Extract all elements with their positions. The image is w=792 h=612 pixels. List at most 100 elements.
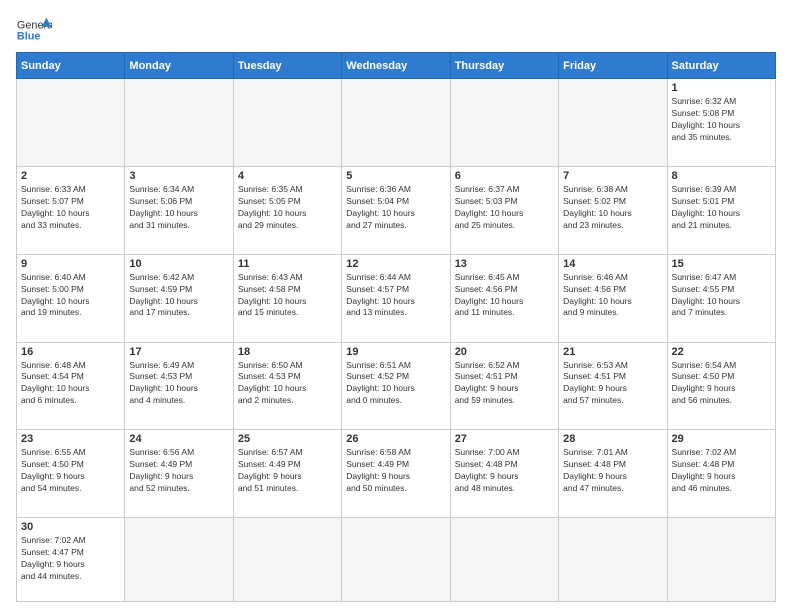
day-cell: 14 Sunrise: 6:46 AM Sunset: 4:56 PM Dayli… xyxy=(559,254,667,342)
day-cell xyxy=(233,518,341,602)
day-info: Sunrise: 6:45 AM Sunset: 4:56 PM Dayligh… xyxy=(455,272,554,320)
day-info: Sunrise: 6:36 AM Sunset: 5:04 PM Dayligh… xyxy=(346,184,445,232)
day-cell: 25 Sunrise: 6:57 AM Sunset: 4:49 PM Dayli… xyxy=(233,430,341,518)
day-cell: 30Sunrise: 7:02 AM Sunset: 4:47 PM Dayli… xyxy=(17,518,125,602)
day-info: Sunrise: 6:33 AM Sunset: 5:07 PM Dayligh… xyxy=(21,184,120,232)
day-number: 7 xyxy=(563,170,662,182)
day-info: Sunrise: 6:37 AM Sunset: 5:03 PM Dayligh… xyxy=(455,184,554,232)
day-info: Sunrise: 6:46 AM Sunset: 4:56 PM Dayligh… xyxy=(563,272,662,320)
day-info: Sunrise: 6:50 AM Sunset: 4:53 PM Dayligh… xyxy=(238,360,337,408)
logo: GeneralBlue xyxy=(16,16,52,44)
week-row-5: 30Sunrise: 7:02 AM Sunset: 4:47 PM Dayli… xyxy=(17,518,776,602)
day-number: 9 xyxy=(21,258,120,270)
day-cell: 2 Sunrise: 6:33 AM Sunset: 5:07 PM Daylig… xyxy=(17,166,125,254)
day-cell xyxy=(125,518,233,602)
weekday-header-tuesday: Tuesday xyxy=(233,53,341,79)
day-cell xyxy=(559,518,667,602)
day-number: 16 xyxy=(21,346,120,358)
day-info: Sunrise: 7:02 AM Sunset: 4:47 PM Dayligh… xyxy=(21,535,120,583)
day-cell: 27 Sunrise: 7:00 AM Sunset: 4:48 PM Dayli… xyxy=(450,430,558,518)
week-row-4: 23 Sunrise: 6:55 AM Sunset: 4:50 PM Dayli… xyxy=(17,430,776,518)
day-cell: 10 Sunrise: 6:42 AM Sunset: 4:59 PM Dayli… xyxy=(125,254,233,342)
day-number: 27 xyxy=(455,433,554,445)
day-number: 8 xyxy=(672,170,771,182)
day-number: 29 xyxy=(672,433,771,445)
weekday-header-row: SundayMondayTuesdayWednesdayThursdayFrid… xyxy=(17,53,776,79)
day-cell: 22 Sunrise: 6:54 AM Sunset: 4:50 PM Dayli… xyxy=(667,342,775,430)
day-number: 23 xyxy=(21,433,120,445)
day-cell xyxy=(342,79,450,167)
day-cell: 28Sunrise: 7:01 AM Sunset: 4:48 PM Dayli… xyxy=(559,430,667,518)
day-cell: 24Sunrise: 6:56 AM Sunset: 4:49 PM Dayli… xyxy=(125,430,233,518)
day-info: Sunrise: 6:44 AM Sunset: 4:57 PM Dayligh… xyxy=(346,272,445,320)
day-cell: 20 Sunrise: 6:52 AM Sunset: 4:51 PM Dayli… xyxy=(450,342,558,430)
day-cell: 1Sunrise: 6:32 AM Sunset: 5:08 PM Daylig… xyxy=(667,79,775,167)
day-number: 13 xyxy=(455,258,554,270)
page: GeneralBlue SundayMondayTuesdayWednesday… xyxy=(0,0,792,612)
header: GeneralBlue xyxy=(16,16,776,44)
logo-icon: GeneralBlue xyxy=(16,16,52,44)
day-cell xyxy=(342,518,450,602)
week-row-2: 9Sunrise: 6:40 AM Sunset: 5:00 PM Daylig… xyxy=(17,254,776,342)
day-number: 22 xyxy=(672,346,771,358)
day-cell: 4 Sunrise: 6:35 AM Sunset: 5:05 PM Daylig… xyxy=(233,166,341,254)
day-cell: 13 Sunrise: 6:45 AM Sunset: 4:56 PM Dayli… xyxy=(450,254,558,342)
day-number: 14 xyxy=(563,258,662,270)
weekday-header-saturday: Saturday xyxy=(667,53,775,79)
day-number: 2 xyxy=(21,170,120,182)
calendar: SundayMondayTuesdayWednesdayThursdayFrid… xyxy=(16,52,776,602)
day-info: Sunrise: 6:57 AM Sunset: 4:49 PM Dayligh… xyxy=(238,447,337,495)
day-cell: 19 Sunrise: 6:51 AM Sunset: 4:52 PM Dayli… xyxy=(342,342,450,430)
day-number: 19 xyxy=(346,346,445,358)
day-cell: 18 Sunrise: 6:50 AM Sunset: 4:53 PM Dayli… xyxy=(233,342,341,430)
day-number: 20 xyxy=(455,346,554,358)
weekday-header-sunday: Sunday xyxy=(17,53,125,79)
day-number: 12 xyxy=(346,258,445,270)
day-cell: 21Sunrise: 6:53 AM Sunset: 4:51 PM Dayli… xyxy=(559,342,667,430)
day-cell: 29 Sunrise: 7:02 AM Sunset: 4:48 PM Dayli… xyxy=(667,430,775,518)
day-number: 5 xyxy=(346,170,445,182)
week-row-0: 1Sunrise: 6:32 AM Sunset: 5:08 PM Daylig… xyxy=(17,79,776,167)
day-number: 17 xyxy=(129,346,228,358)
day-info: Sunrise: 6:51 AM Sunset: 4:52 PM Dayligh… xyxy=(346,360,445,408)
weekday-header-thursday: Thursday xyxy=(450,53,558,79)
day-info: Sunrise: 6:38 AM Sunset: 5:02 PM Dayligh… xyxy=(563,184,662,232)
day-info: Sunrise: 6:39 AM Sunset: 5:01 PM Dayligh… xyxy=(672,184,771,232)
day-info: Sunrise: 6:52 AM Sunset: 4:51 PM Dayligh… xyxy=(455,360,554,408)
day-info: Sunrise: 6:43 AM Sunset: 4:58 PM Dayligh… xyxy=(238,272,337,320)
day-cell xyxy=(17,79,125,167)
day-cell: 8 Sunrise: 6:39 AM Sunset: 5:01 PM Daylig… xyxy=(667,166,775,254)
day-number: 4 xyxy=(238,170,337,182)
day-number: 15 xyxy=(672,258,771,270)
day-info: Sunrise: 7:00 AM Sunset: 4:48 PM Dayligh… xyxy=(455,447,554,495)
day-number: 10 xyxy=(129,258,228,270)
day-info: Sunrise: 6:56 AM Sunset: 4:49 PM Dayligh… xyxy=(129,447,228,495)
day-cell xyxy=(450,518,558,602)
day-info: Sunrise: 7:01 AM Sunset: 4:48 PM Dayligh… xyxy=(563,447,662,495)
day-info: Sunrise: 6:55 AM Sunset: 4:50 PM Dayligh… xyxy=(21,447,120,495)
day-info: Sunrise: 7:02 AM Sunset: 4:48 PM Dayligh… xyxy=(672,447,771,495)
day-number: 26 xyxy=(346,433,445,445)
week-row-1: 2 Sunrise: 6:33 AM Sunset: 5:07 PM Daylig… xyxy=(17,166,776,254)
day-info: Sunrise: 6:58 AM Sunset: 4:49 PM Dayligh… xyxy=(346,447,445,495)
day-cell: 17Sunrise: 6:49 AM Sunset: 4:53 PM Dayli… xyxy=(125,342,233,430)
day-info: Sunrise: 6:42 AM Sunset: 4:59 PM Dayligh… xyxy=(129,272,228,320)
day-info: Sunrise: 6:48 AM Sunset: 4:54 PM Dayligh… xyxy=(21,360,120,408)
day-cell: 5 Sunrise: 6:36 AM Sunset: 5:04 PM Daylig… xyxy=(342,166,450,254)
day-info: Sunrise: 6:54 AM Sunset: 4:50 PM Dayligh… xyxy=(672,360,771,408)
day-info: Sunrise: 6:32 AM Sunset: 5:08 PM Dayligh… xyxy=(672,96,771,144)
day-cell: 15 Sunrise: 6:47 AM Sunset: 4:55 PM Dayli… xyxy=(667,254,775,342)
day-info: Sunrise: 6:35 AM Sunset: 5:05 PM Dayligh… xyxy=(238,184,337,232)
svg-text:Blue: Blue xyxy=(17,30,41,42)
day-cell: 7 Sunrise: 6:38 AM Sunset: 5:02 PM Daylig… xyxy=(559,166,667,254)
day-info: Sunrise: 6:47 AM Sunset: 4:55 PM Dayligh… xyxy=(672,272,771,320)
day-cell: 9Sunrise: 6:40 AM Sunset: 5:00 PM Daylig… xyxy=(17,254,125,342)
day-cell: 6Sunrise: 6:37 AM Sunset: 5:03 PM Daylig… xyxy=(450,166,558,254)
day-number: 18 xyxy=(238,346,337,358)
day-info: Sunrise: 6:34 AM Sunset: 5:06 PM Dayligh… xyxy=(129,184,228,232)
day-number: 25 xyxy=(238,433,337,445)
day-number: 11 xyxy=(238,258,337,270)
day-cell: 12 Sunrise: 6:44 AM Sunset: 4:57 PM Dayli… xyxy=(342,254,450,342)
weekday-header-wednesday: Wednesday xyxy=(342,53,450,79)
day-cell xyxy=(125,79,233,167)
